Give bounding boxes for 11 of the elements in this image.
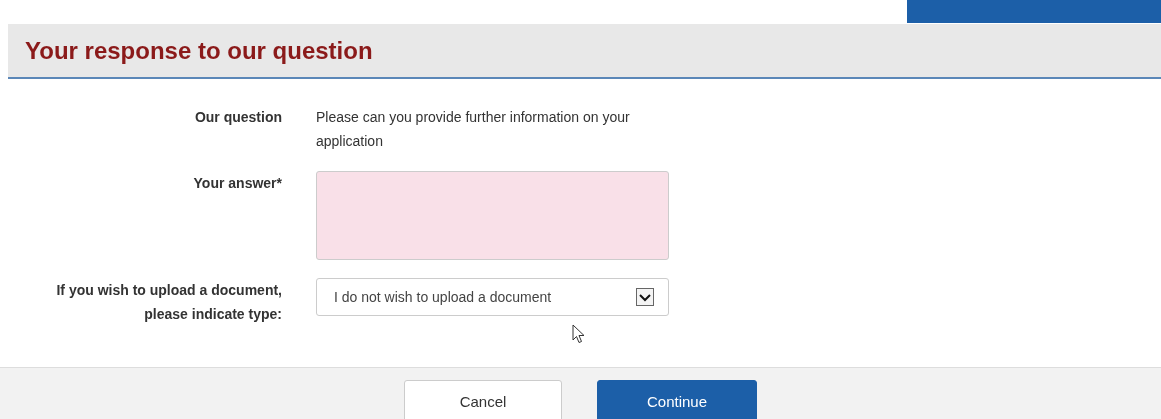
continue-button[interactable]: Continue [597, 380, 757, 419]
cancel-button[interactable]: Cancel [404, 380, 562, 419]
answer-label: Your answer* [193, 175, 282, 191]
upload-type-label: If you wish to upload a document, please indicate type: [55, 281, 282, 324]
answer-field[interactable] [316, 171, 669, 260]
mouse-cursor-icon [572, 324, 586, 344]
question-label: Our question [194, 109, 282, 125]
dropdown-caret-icon [636, 288, 654, 306]
document-type-dropdown[interactable]: I do not wish to upload a document [316, 278, 669, 316]
page-title: Your response to our question [25, 36, 373, 65]
question-text: Please can you provide further information on your application [316, 108, 631, 151]
